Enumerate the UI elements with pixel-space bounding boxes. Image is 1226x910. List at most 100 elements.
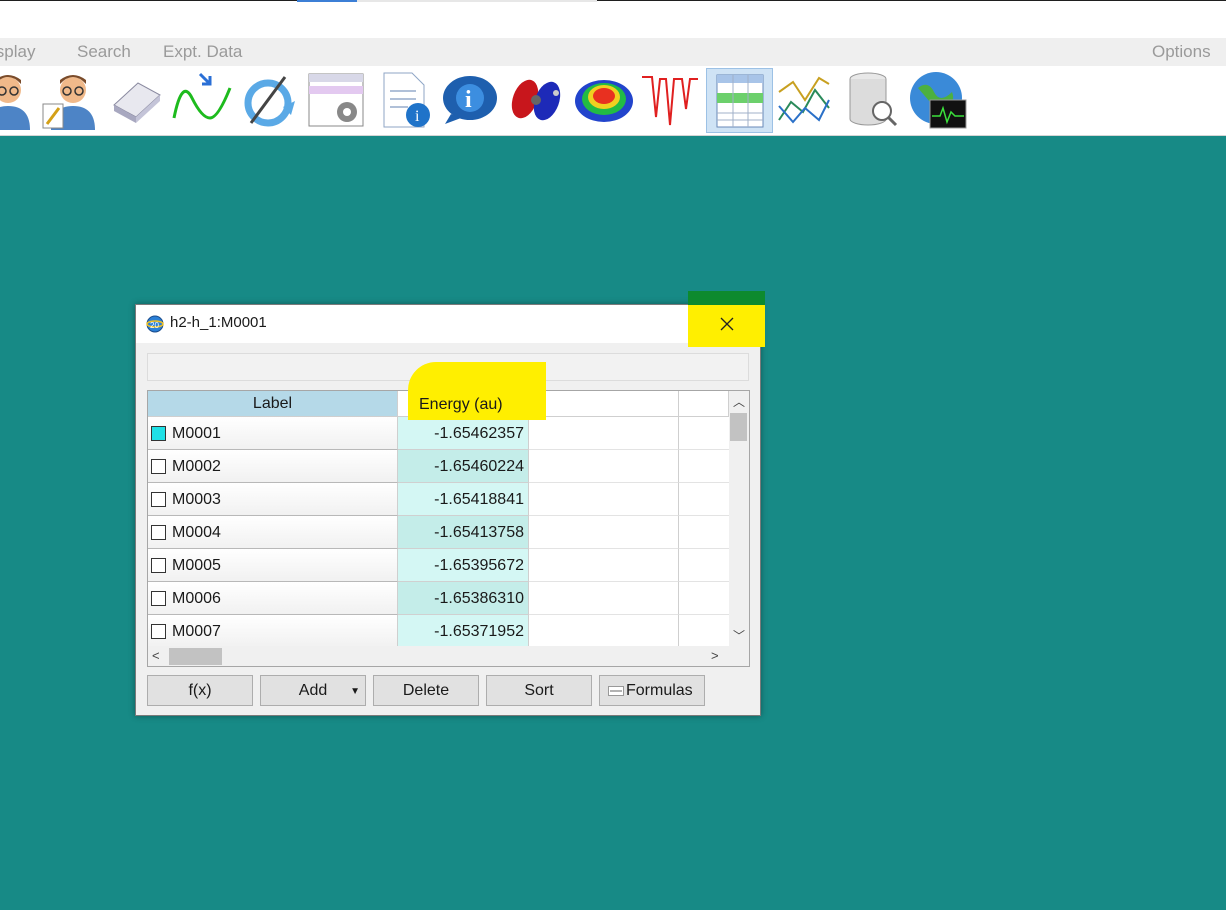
empty-cell[interactable] <box>679 516 729 549</box>
row-checkbox[interactable] <box>151 525 166 540</box>
column-header-energy[interactable]: Energy (au) <box>419 396 503 414</box>
empty-cell[interactable] <box>679 417 729 450</box>
empty-cell[interactable] <box>529 549 679 582</box>
table-row[interactable]: M0004 -1.65413758 <box>148 516 729 549</box>
surface-icon[interactable] <box>574 70 634 130</box>
energy-cell[interactable]: -1.65386310 <box>398 582 529 615</box>
empty-cell[interactable] <box>529 483 679 516</box>
row-checkbox[interactable] <box>151 492 166 507</box>
vertical-scroll-thumb[interactable] <box>730 413 747 441</box>
window-settings-icon[interactable] <box>306 70 366 130</box>
database-search-icon[interactable] <box>842 70 902 130</box>
empty-cell[interactable] <box>529 417 679 450</box>
horizontal-scrollbar[interactable]: < > <box>148 646 749 666</box>
empty-cell[interactable] <box>529 450 679 483</box>
spectrum-icon[interactable] <box>640 70 700 130</box>
energy-cell[interactable]: -1.65395672 <box>398 549 529 582</box>
scroll-down-icon[interactable]: ﹀ <box>733 627 745 644</box>
empty-cell[interactable] <box>529 516 679 549</box>
dropdown-arrow-icon[interactable]: ▼ <box>350 686 360 697</box>
label-cell[interactable]: M0007 <box>148 615 398 648</box>
menu-options[interactable]: Options <box>1152 42 1211 62</box>
svg-text:i: i <box>415 108 420 125</box>
row-checkbox[interactable] <box>151 426 166 441</box>
close-icon <box>720 317 734 336</box>
table-row[interactable]: M0002 -1.65460224 <box>148 450 729 483</box>
active-tab-indicator <box>297 0 357 2</box>
row-label: M0003 <box>172 491 221 508</box>
row-checkbox[interactable] <box>151 591 166 606</box>
scroll-up-icon[interactable]: ︿ <box>733 393 745 410</box>
menu-search[interactable]: Search <box>77 42 131 62</box>
data-table-dialog: 20 h2-h_1:M0001 Label M0001 -1.65462357 M0… <box>135 291 765 716</box>
energy-cell[interactable]: -1.65413758 <box>398 516 529 549</box>
row-checkbox[interactable] <box>151 558 166 573</box>
top-border <box>0 0 1226 1</box>
toolbar: i i <box>0 66 1226 136</box>
formulas-button[interactable]: Formulas <box>599 675 705 706</box>
energy-cell[interactable]: -1.65418841 <box>398 483 529 516</box>
orbital-icon[interactable] <box>506 70 566 130</box>
table-row[interactable]: M0006 -1.65386310 <box>148 582 729 615</box>
table-row[interactable]: M0007 -1.65371952 <box>148 615 729 648</box>
dialog-titlebar[interactable]: 20 h2-h_1:M0001 <box>136 305 760 343</box>
table-row[interactable]: M0001 -1.65462357 <box>148 417 729 450</box>
row-label: M0004 <box>172 524 221 541</box>
empty-cell[interactable] <box>529 582 679 615</box>
scroll-right-icon[interactable]: > <box>711 648 719 663</box>
scroll-left-icon[interactable]: < <box>152 648 160 663</box>
refresh-icon[interactable] <box>238 70 298 130</box>
info-bubble-icon[interactable]: i <box>440 70 500 130</box>
label-cell[interactable]: M0005 <box>148 549 398 582</box>
empty-cell[interactable] <box>679 615 729 648</box>
label-cell[interactable]: M0001 <box>148 417 398 450</box>
person-edit-icon[interactable] <box>40 70 100 130</box>
add-button[interactable]: Add ▼ <box>260 675 366 706</box>
empty-cell[interactable] <box>679 582 729 615</box>
table-row[interactable]: M0005 -1.65395672 <box>148 549 729 582</box>
energy-cell[interactable]: -1.65371952 <box>398 615 529 648</box>
row-label: M0002 <box>172 458 221 475</box>
document-info-icon[interactable]: i <box>375 70 435 130</box>
formula-icon <box>608 684 624 698</box>
eraser-icon[interactable] <box>106 70 166 130</box>
energy-cell[interactable]: -1.65462357 <box>398 417 529 450</box>
row-checkbox[interactable] <box>151 459 166 474</box>
tab-indicator <box>357 0 597 2</box>
empty-cell[interactable] <box>679 450 729 483</box>
menu-bar: isplay Search Expt. Data Options <box>0 38 1226 66</box>
row-label: M0006 <box>172 590 221 607</box>
energy-cell[interactable]: -1.65460224 <box>398 450 529 483</box>
person-icon[interactable] <box>0 70 38 130</box>
close-button[interactable] <box>688 305 765 347</box>
table-row[interactable]: M0003 -1.65418841 <box>148 483 729 516</box>
empty-cell[interactable] <box>679 549 729 582</box>
column-header-empty-2[interactable] <box>679 391 729 417</box>
label-cell[interactable]: M0003 <box>148 483 398 516</box>
row-label: M0001 <box>172 425 221 442</box>
empty-cell[interactable] <box>529 615 679 648</box>
delete-button[interactable]: Delete <box>373 675 479 706</box>
row-checkbox[interactable] <box>151 624 166 639</box>
plot-icon[interactable] <box>774 70 834 130</box>
wave-icon[interactable] <box>172 70 232 130</box>
svg-text:20: 20 <box>150 321 159 330</box>
horizontal-scroll-thumb[interactable] <box>169 648 222 665</box>
label-cell[interactable]: M0004 <box>148 516 398 549</box>
globe-monitor-icon[interactable] <box>908 70 968 130</box>
menu-display[interactable]: isplay <box>0 42 35 62</box>
vertical-scrollbar[interactable]: ︿ ﹀ <box>729 391 749 646</box>
menu-expt-data[interactable]: Expt. Data <box>163 42 242 62</box>
label-cell[interactable]: M0006 <box>148 582 398 615</box>
sort-button[interactable]: Sort <box>486 675 592 706</box>
label-cell[interactable]: M0002 <box>148 450 398 483</box>
column-header-label[interactable]: Label <box>148 391 398 417</box>
close-highlight-edge <box>688 291 765 305</box>
row-label: M0007 <box>172 623 221 640</box>
column-header-empty-1[interactable] <box>529 391 679 417</box>
table-icon[interactable] <box>706 68 773 133</box>
empty-cell[interactable] <box>679 483 729 516</box>
window-top-strip <box>0 0 1226 38</box>
svg-text:i: i <box>465 87 472 113</box>
fx-button[interactable]: f(x) <box>147 675 253 706</box>
